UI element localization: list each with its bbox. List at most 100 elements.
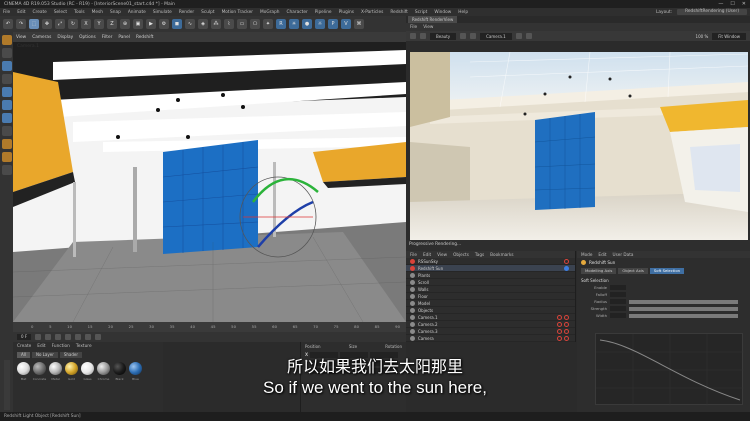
redshift-light-icon[interactable]: ☀ <box>289 19 299 29</box>
viewport-menu-cameras[interactable]: Cameras <box>32 35 51 40</box>
material-menu-create[interactable]: Create <box>17 344 31 349</box>
viewport-menu-display[interactable]: Display <box>57 35 73 40</box>
axis-mode-icon[interactable] <box>1 126 12 136</box>
tag-icon[interactable] <box>564 328 569 334</box>
subdivision-icon[interactable]: ◈ <box>198 19 208 29</box>
attr-prop-slider[interactable] <box>629 306 738 311</box>
redshift-proxy-icon[interactable]: P <box>328 19 338 29</box>
lock-icon[interactable] <box>470 33 477 39</box>
tag-icon[interactable] <box>557 321 562 327</box>
menu-animate[interactable]: Animate <box>128 10 146 15</box>
camera-icon[interactable]: ⎔ <box>250 19 260 29</box>
minimize-button[interactable]: — <box>718 1 723 7</box>
attr-prop-field[interactable] <box>610 292 626 297</box>
menu-pipeline[interactable]: Pipeline <box>315 10 332 15</box>
bucket-icon[interactable] <box>525 33 532 39</box>
menu-motion-tracker[interactable]: Motion Tracker <box>222 10 253 15</box>
fit-dropdown[interactable]: Fit Window <box>712 32 746 40</box>
rotate-icon[interactable]: ↻ <box>68 19 78 29</box>
object-row[interactable]: Model <box>406 300 575 307</box>
attr-tab-object-axis[interactable]: Object Axis <box>618 268 648 274</box>
object-row[interactable]: Plants <box>406 272 575 279</box>
attr-prop-field[interactable] <box>610 313 626 318</box>
deformer-icon[interactable]: ⌇ <box>224 19 234 29</box>
redshift-material-icon[interactable]: ● <box>302 19 312 29</box>
polygons-mode-icon[interactable] <box>1 113 12 123</box>
edges-mode-icon[interactable] <box>1 100 12 110</box>
menu-x-particles[interactable]: X-Particles <box>361 10 383 15</box>
editor-viewport[interactable]: Camera.1 <box>13 42 406 322</box>
tag-icon[interactable] <box>564 335 569 341</box>
attr-prop-slider[interactable] <box>629 299 738 304</box>
y-axis-icon[interactable]: Y <box>94 19 104 29</box>
menu-script[interactable]: Script <box>415 10 427 15</box>
menu-sculpt[interactable]: Sculpt <box>201 10 214 15</box>
model-mode-icon[interactable] <box>1 48 12 58</box>
previous-key-icon[interactable] <box>45 334 52 340</box>
timeline[interactable]: 0 5 10 15 20 25 30 35 40 45 50 55 60 65 … <box>13 322 406 332</box>
live-selection-icon[interactable]: ⬚ <box>29 19 39 29</box>
snapshot-icon[interactable] <box>460 33 467 39</box>
object-row[interactable]: Floor <box>406 293 575 300</box>
coordinate-system-icon[interactable]: ⊕ <box>120 19 130 29</box>
material-menu-edit[interactable]: Edit <box>37 344 45 349</box>
obj-menu-objects[interactable]: Objects <box>453 252 469 257</box>
texture-mode-icon[interactable] <box>1 61 12 71</box>
make-editable-icon[interactable] <box>1 35 12 45</box>
layout-dropdown[interactable]: RedshiftRendering (User) <box>677 9 747 15</box>
material-menu-function[interactable]: Function <box>52 344 70 349</box>
attr-tab-modelling-axis[interactable]: Modelling Axis <box>581 268 617 274</box>
go-to-start-icon[interactable] <box>35 334 42 340</box>
viewport-menu-redshift[interactable]: Redshift <box>136 35 153 40</box>
next-key-icon[interactable] <box>65 334 72 340</box>
lock-workplane-icon[interactable] <box>1 152 12 162</box>
menu-redshift[interactable]: Redshift <box>390 10 407 15</box>
render-icon[interactable]: ▶ <box>146 19 156 29</box>
record-icon[interactable] <box>85 334 92 340</box>
viewport-menu-options[interactable]: Options <box>79 35 96 40</box>
render-view-tab[interactable]: Redshift RenderView <box>408 16 458 23</box>
menu-help[interactable]: Help <box>458 10 468 15</box>
obj-menu-bookmarks[interactable]: Bookmarks <box>490 252 513 257</box>
menu-snap[interactable]: Snap <box>110 10 121 15</box>
workplane-icon[interactable] <box>1 74 12 84</box>
move-icon[interactable]: ✥ <box>42 19 52 29</box>
menu-render[interactable]: Render <box>179 10 194 15</box>
obj-menu-file[interactable]: File <box>410 252 417 257</box>
x-axis-icon[interactable]: X <box>81 19 91 29</box>
tag-icon[interactable] <box>564 321 569 327</box>
z-axis-icon[interactable]: Z <box>107 19 117 29</box>
current-frame-field[interactable]: 0 F <box>17 334 32 340</box>
undo-icon[interactable]: ↶ <box>3 19 13 29</box>
menu-mograph[interactable]: MoGraph <box>260 10 280 15</box>
obj-menu-view[interactable]: View <box>437 252 447 257</box>
viewport-menu-view[interactable]: View <box>16 35 26 40</box>
object-row[interactable]: Camera <box>406 335 575 342</box>
floor-icon[interactable]: ▭ <box>237 19 247 29</box>
close-button[interactable]: ✕ <box>742 1 746 7</box>
attr-menu-user-data[interactable]: User Data <box>613 252 634 257</box>
tag-icon[interactable] <box>557 314 562 320</box>
object-row[interactable]: Camera.2 <box>406 321 575 328</box>
tag-icon[interactable] <box>564 265 569 271</box>
render-view-image[interactable] <box>410 52 748 240</box>
attr-prop-field[interactable] <box>610 285 626 290</box>
scale-icon[interactable]: ⤢ <box>55 19 65 29</box>
attr-tab-soft-selection[interactable]: Soft Selection <box>649 268 685 274</box>
attr-menu-edit[interactable]: Edit <box>598 252 606 257</box>
viewport-menu-panel[interactable]: Panel <box>118 35 130 40</box>
cube-icon[interactable]: ◼ <box>172 19 182 29</box>
script-icon[interactable]: ⌘ <box>354 19 364 29</box>
spline-icon[interactable]: ∿ <box>185 19 195 29</box>
obj-menu-tags[interactable]: Tags <box>475 252 484 257</box>
menu-character[interactable]: Character <box>287 10 308 15</box>
render-stop-icon[interactable] <box>420 33 426 39</box>
tag-icon[interactable] <box>564 258 569 264</box>
redo-icon[interactable]: ↷ <box>16 19 26 29</box>
attr-prop-field[interactable] <box>610 299 626 304</box>
render-start-icon[interactable] <box>410 33 416 39</box>
render-settings-icon[interactable]: ⚙ <box>159 19 169 29</box>
menu-select[interactable]: Select <box>54 10 67 15</box>
menu-window[interactable]: Window <box>434 10 451 15</box>
menu-plugins[interactable]: Plugins <box>339 10 354 15</box>
